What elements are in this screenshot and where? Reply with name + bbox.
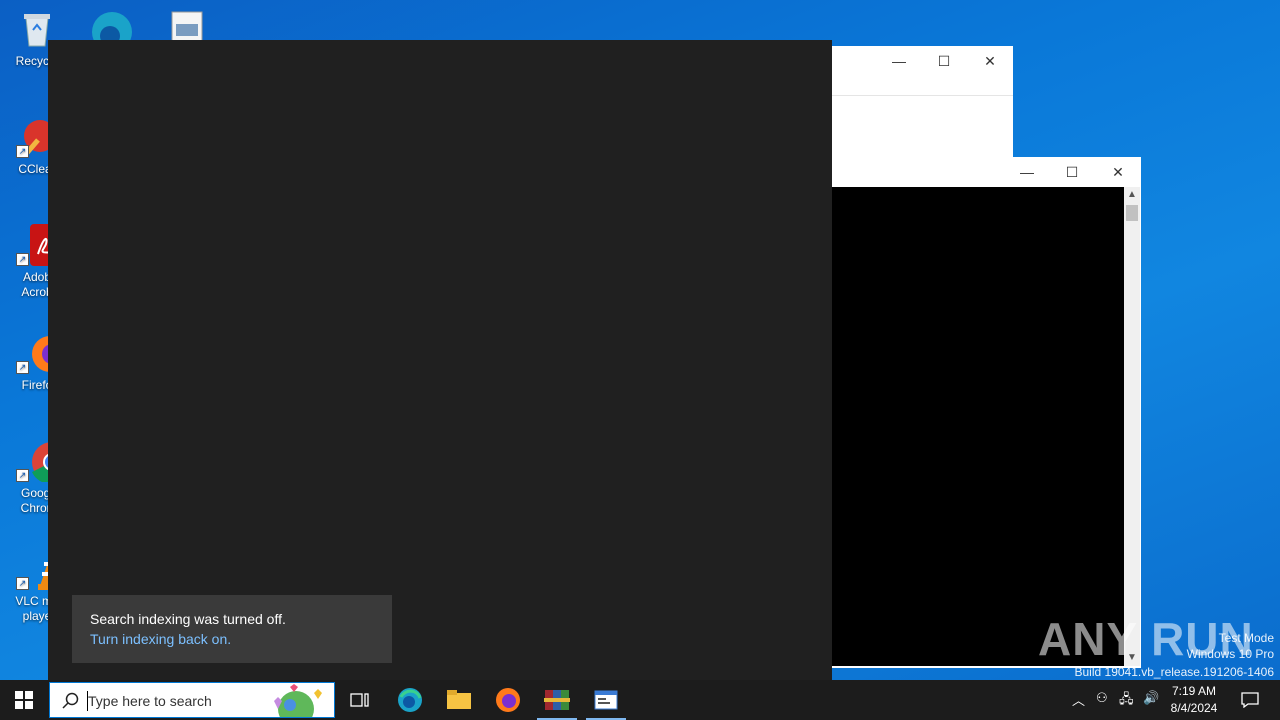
windows-logo-icon	[15, 691, 33, 709]
action-center-button[interactable]	[1230, 680, 1270, 720]
clock-date: 8/4/2024	[1170, 701, 1218, 715]
vertical-scrollbar[interactable]: ▲ ▼	[1124, 187, 1140, 666]
minimize-button[interactable]: —	[876, 46, 922, 76]
watermark-test-mode: Test Mode	[1218, 631, 1274, 645]
security-tray-icon[interactable]: ⚇	[1096, 690, 1108, 706]
application-window-icon	[594, 690, 618, 710]
edge-desktop-icon[interactable]	[88, 6, 136, 40]
shortcut-arrow-icon: ↗	[16, 253, 29, 266]
window-titlebar[interactable]: — ☐ ✕	[832, 157, 1141, 187]
show-hidden-icons-chevron-icon[interactable]: ︿	[1072, 690, 1085, 709]
window-titlebar[interactable]: — ☐ ✕	[832, 46, 1013, 96]
shortcut-arrow-icon: ↗	[16, 361, 29, 374]
search-panel[interactable]: Search indexing was turned off. Turn ind…	[48, 40, 832, 680]
firefox-icon	[496, 688, 520, 712]
start-button[interactable]	[0, 680, 48, 720]
scroll-thumb[interactable]	[1126, 205, 1138, 221]
task-view-icon	[350, 693, 369, 707]
taskbar-winrar-button[interactable]	[533, 680, 581, 720]
shortcut-arrow-icon: ↗	[16, 145, 29, 158]
winrar-icon	[544, 690, 570, 710]
watermark-edition: Windows 10 Pro	[1186, 647, 1274, 661]
maximize-button[interactable]: ☐	[921, 46, 967, 76]
notification-title: Search indexing was turned off.	[90, 611, 286, 627]
shortcut-arrow-icon: ↗	[16, 577, 29, 590]
taskbar-clock[interactable]: 7:19 AM 8/4/2024	[1166, 683, 1222, 717]
minimize-button[interactable]: —	[1004, 157, 1050, 187]
search-highlight-illustration-icon	[274, 684, 322, 717]
task-view-button[interactable]	[336, 680, 384, 720]
taskbar-firefox-button[interactable]	[484, 680, 532, 720]
close-button[interactable]: ✕	[1095, 157, 1141, 187]
document-desktop-icon[interactable]	[170, 10, 204, 40]
clock-time: 7:19 AM	[1171, 684, 1217, 698]
shortcut-arrow-icon: ↗	[16, 469, 29, 482]
indexing-notification: Search indexing was turned off. Turn ind…	[72, 595, 392, 663]
taskbar-app-window-button[interactable]	[582, 680, 630, 720]
search-icon	[62, 692, 79, 709]
taskbar-edge-button[interactable]	[386, 680, 434, 720]
turn-indexing-on-link[interactable]: Turn indexing back on.	[90, 631, 231, 647]
taskbar-search-box[interactable]: Type here to search	[49, 682, 335, 718]
maximize-button[interactable]: ☐	[1049, 157, 1095, 187]
network-icon[interactable]: 🖧	[1119, 690, 1134, 712]
console-output[interactable]	[832, 187, 1124, 666]
console-window[interactable]: — ☐ ✕ ▲ ▼	[832, 157, 1141, 668]
search-input[interactable]: Type here to search	[88, 693, 212, 709]
notification-icon	[1241, 692, 1259, 708]
taskbar: Type here to search ︿ ⚇ 🖧 🔊 7:19 AM 8/4/…	[0, 680, 1280, 720]
watermark-build: Build 19041.vb_release.191206-1406	[1074, 665, 1275, 679]
close-button[interactable]: ✕	[967, 46, 1013, 76]
scroll-up-arrow-icon[interactable]: ▲	[1124, 187, 1140, 203]
taskbar-file-explorer-button[interactable]	[435, 680, 483, 720]
folder-icon	[447, 690, 471, 709]
background-window[interactable]: — ☐ ✕	[832, 46, 1013, 157]
volume-icon[interactable]: 🔊	[1143, 690, 1159, 706]
edge-icon	[398, 688, 422, 712]
